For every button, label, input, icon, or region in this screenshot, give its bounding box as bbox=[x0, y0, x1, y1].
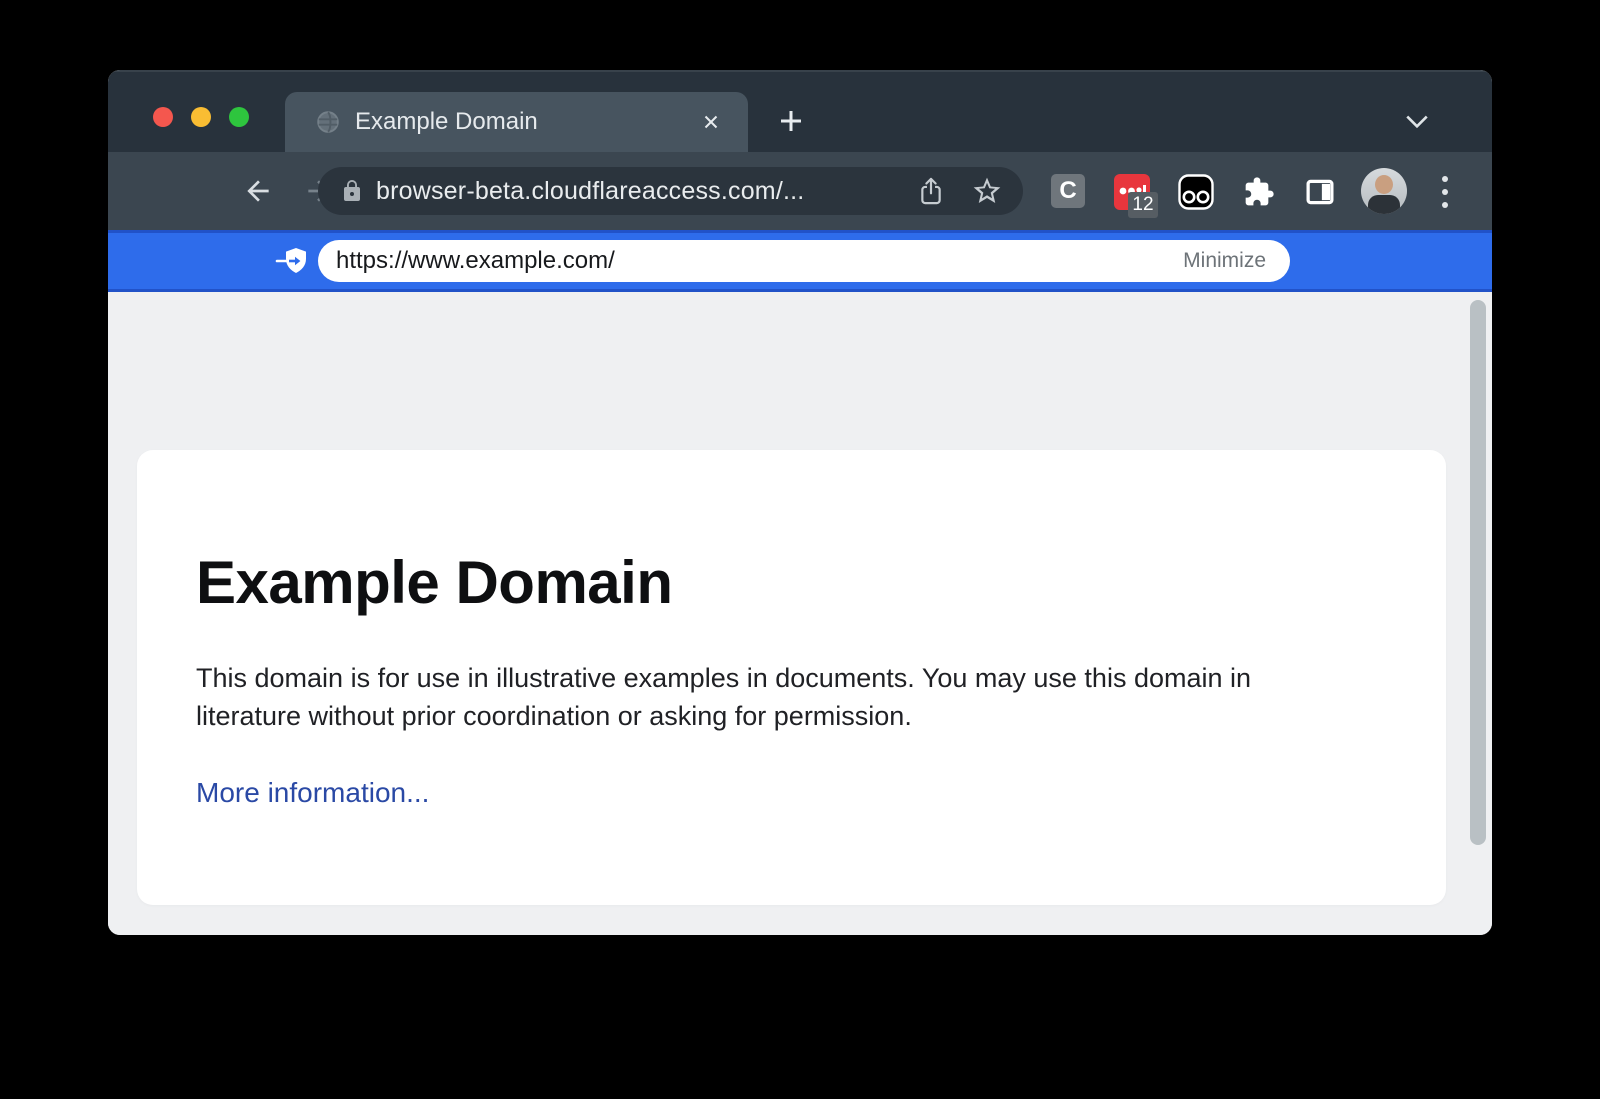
tab-strip: Example Domain bbox=[108, 70, 1492, 152]
window-minimize-button[interactable] bbox=[191, 107, 211, 127]
back-button[interactable] bbox=[242, 175, 274, 207]
isolation-bar: Minimize bbox=[108, 230, 1492, 292]
extensions-puzzle-icon[interactable] bbox=[1243, 176, 1275, 208]
tab-close-icon[interactable] bbox=[696, 107, 726, 137]
page-viewport: Example Domain This domain is for use in… bbox=[108, 292, 1492, 935]
window-zoom-button[interactable] bbox=[229, 107, 249, 127]
tab-title: Example Domain bbox=[355, 108, 696, 136]
profile-avatar[interactable] bbox=[1361, 168, 1407, 214]
bookmark-star-icon[interactable] bbox=[971, 175, 1003, 207]
new-tab-button[interactable] bbox=[775, 105, 807, 137]
minimize-button[interactable]: Minimize bbox=[1183, 249, 1266, 273]
more-information-link[interactable]: More information... bbox=[196, 777, 429, 809]
isolated-url-input[interactable] bbox=[336, 247, 1183, 275]
isolated-url-bar: Minimize bbox=[318, 240, 1290, 282]
address-bar[interactable]: browser-beta.cloudflareaccess.com/... bbox=[318, 167, 1023, 215]
example-domain-card: Example Domain This domain is for use in… bbox=[137, 450, 1446, 905]
scrollbar-thumb[interactable] bbox=[1470, 300, 1486, 845]
extension-camera-icon[interactable] bbox=[1178, 174, 1214, 210]
lock-icon[interactable] bbox=[340, 179, 364, 203]
extension-badge: 12 bbox=[1128, 192, 1158, 218]
browser-toolbar: browser-beta.cloudflareaccess.com/... C bbox=[108, 152, 1492, 230]
share-icon[interactable] bbox=[917, 176, 945, 206]
extension-password-icon[interactable]: 12 bbox=[1114, 174, 1150, 210]
page-title: Example Domain bbox=[196, 548, 1386, 617]
page-paragraph: This domain is for use in illustrative e… bbox=[196, 659, 1351, 735]
tab-example-domain[interactable]: Example Domain bbox=[285, 92, 748, 152]
browser-window: Example Domain bbox=[108, 70, 1492, 935]
side-panel-icon[interactable] bbox=[1305, 177, 1335, 207]
window-close-button[interactable] bbox=[153, 107, 173, 127]
address-bar-url: browser-beta.cloudflareaccess.com/... bbox=[376, 177, 917, 206]
chevron-down-icon[interactable] bbox=[1401, 111, 1433, 133]
browser-menu-icon[interactable] bbox=[1438, 176, 1452, 208]
globe-icon bbox=[315, 109, 341, 135]
shield-arrow-icon[interactable] bbox=[275, 246, 309, 276]
extension-c-icon[interactable]: C bbox=[1051, 174, 1085, 208]
